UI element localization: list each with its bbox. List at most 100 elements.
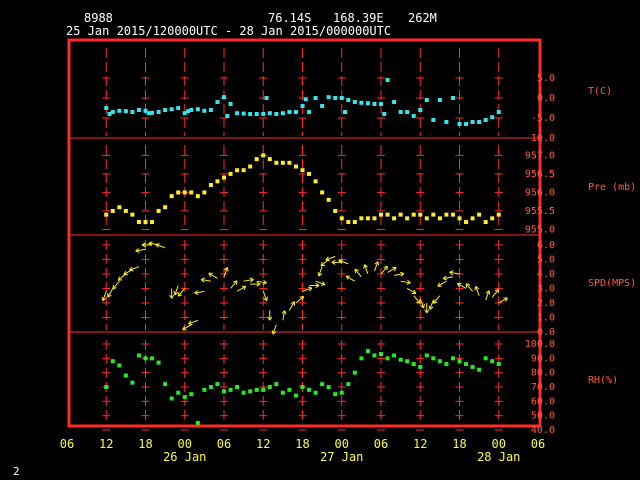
data-point bbox=[287, 160, 292, 165]
wind-arrow-head bbox=[194, 292, 199, 295]
data-point bbox=[117, 363, 122, 368]
data-point bbox=[313, 179, 318, 184]
y-tick-label: -5.0 bbox=[531, 113, 555, 124]
data-point bbox=[156, 110, 161, 114]
data-point bbox=[169, 194, 174, 199]
data-point bbox=[392, 100, 397, 104]
y-tick-label: 3.0 bbox=[537, 283, 555, 294]
data-point bbox=[228, 387, 233, 392]
data-point bbox=[457, 122, 462, 126]
x-date-label: 26 Jan bbox=[163, 450, 206, 464]
x-tick-label: 00 bbox=[335, 437, 349, 451]
data-point bbox=[320, 190, 325, 195]
data-point bbox=[208, 385, 213, 389]
y-tick-label: -10.0 bbox=[525, 133, 555, 144]
data-point bbox=[444, 212, 449, 217]
data-point bbox=[123, 208, 128, 213]
wind-arrow-head bbox=[226, 267, 229, 272]
data-point bbox=[104, 212, 109, 217]
wind-arrow-head bbox=[428, 305, 431, 310]
data-point bbox=[241, 111, 246, 116]
wind-arrow-head bbox=[320, 264, 326, 267]
data-point bbox=[280, 160, 285, 165]
data-point bbox=[320, 382, 325, 387]
data-point bbox=[202, 190, 207, 195]
meteogram-chart: 06 12 18 00 06 12 18 00 06 12 18 00 06 26 Jan 27 Jan 28… bbox=[60, 38, 636, 464]
data-point bbox=[195, 420, 200, 425]
x-date-label: 28 Jan bbox=[477, 450, 520, 464]
data-point bbox=[150, 220, 155, 225]
y-tick-label: 100.0 bbox=[525, 339, 555, 350]
wind-arrow-head bbox=[249, 277, 254, 280]
data-point bbox=[136, 220, 141, 225]
data-point bbox=[182, 395, 187, 400]
y-tick-label: 50.0 bbox=[531, 411, 555, 422]
y-tick-label: 955.5 bbox=[525, 206, 555, 217]
data-point bbox=[104, 106, 109, 110]
wind-arrow-head bbox=[363, 264, 365, 269]
wind-arrow-head bbox=[419, 299, 421, 304]
x-tick-label: 00 bbox=[178, 437, 192, 451]
data-point bbox=[215, 100, 220, 104]
data-point bbox=[228, 171, 233, 176]
data-point bbox=[208, 183, 213, 188]
data-point bbox=[346, 382, 351, 387]
data-point bbox=[143, 220, 148, 225]
data-point bbox=[176, 190, 181, 195]
data-point bbox=[437, 359, 442, 364]
data-point bbox=[365, 349, 370, 354]
data-point bbox=[496, 110, 501, 114]
panel-label: SPD(MPS) bbox=[588, 278, 636, 289]
data-point bbox=[307, 387, 312, 392]
data-point bbox=[444, 120, 449, 124]
x-tick-label: 18 bbox=[138, 437, 152, 451]
data-point bbox=[333, 208, 338, 213]
y-tick-label: 90.0 bbox=[531, 353, 555, 364]
data-point bbox=[202, 387, 207, 392]
data-point bbox=[208, 108, 213, 112]
y-tick-label: 955.0 bbox=[525, 224, 555, 235]
data-point bbox=[398, 357, 403, 362]
data-point bbox=[392, 216, 397, 221]
wind-arrow-head bbox=[155, 243, 160, 245]
y-tick-label: 5.0 bbox=[537, 73, 555, 84]
data-point bbox=[130, 110, 135, 114]
data-point bbox=[470, 364, 475, 369]
data-point bbox=[274, 160, 279, 165]
data-point bbox=[130, 380, 135, 385]
data-point bbox=[424, 353, 429, 358]
data-point bbox=[110, 359, 115, 364]
data-point bbox=[379, 102, 383, 106]
data-point bbox=[343, 110, 348, 114]
data-point bbox=[496, 212, 501, 217]
data-point bbox=[110, 208, 115, 213]
data-point bbox=[464, 362, 469, 367]
data-point bbox=[457, 359, 462, 364]
data-point bbox=[379, 352, 383, 357]
data-point bbox=[261, 387, 266, 392]
data-point bbox=[411, 212, 416, 217]
data-point bbox=[313, 390, 318, 395]
data-point bbox=[424, 98, 429, 102]
data-point bbox=[339, 390, 344, 395]
data-point bbox=[418, 364, 423, 369]
data-point bbox=[222, 95, 226, 100]
wind-arrow-head bbox=[400, 271, 405, 275]
data-point bbox=[287, 387, 292, 392]
data-point bbox=[346, 220, 351, 225]
data-point bbox=[189, 190, 194, 195]
y-tick-label: 957.0 bbox=[525, 150, 555, 161]
data-point bbox=[483, 118, 488, 122]
data-point bbox=[365, 216, 370, 221]
data-point bbox=[372, 216, 377, 221]
y-tick-label: 4.0 bbox=[537, 269, 555, 280]
data-point bbox=[392, 353, 397, 358]
data-point bbox=[339, 216, 344, 221]
data-point bbox=[307, 171, 312, 176]
data-point bbox=[235, 111, 240, 116]
data-point bbox=[483, 220, 488, 225]
data-point bbox=[464, 122, 469, 126]
data-point bbox=[365, 101, 370, 106]
data-point bbox=[303, 97, 308, 102]
data-point bbox=[385, 78, 390, 82]
